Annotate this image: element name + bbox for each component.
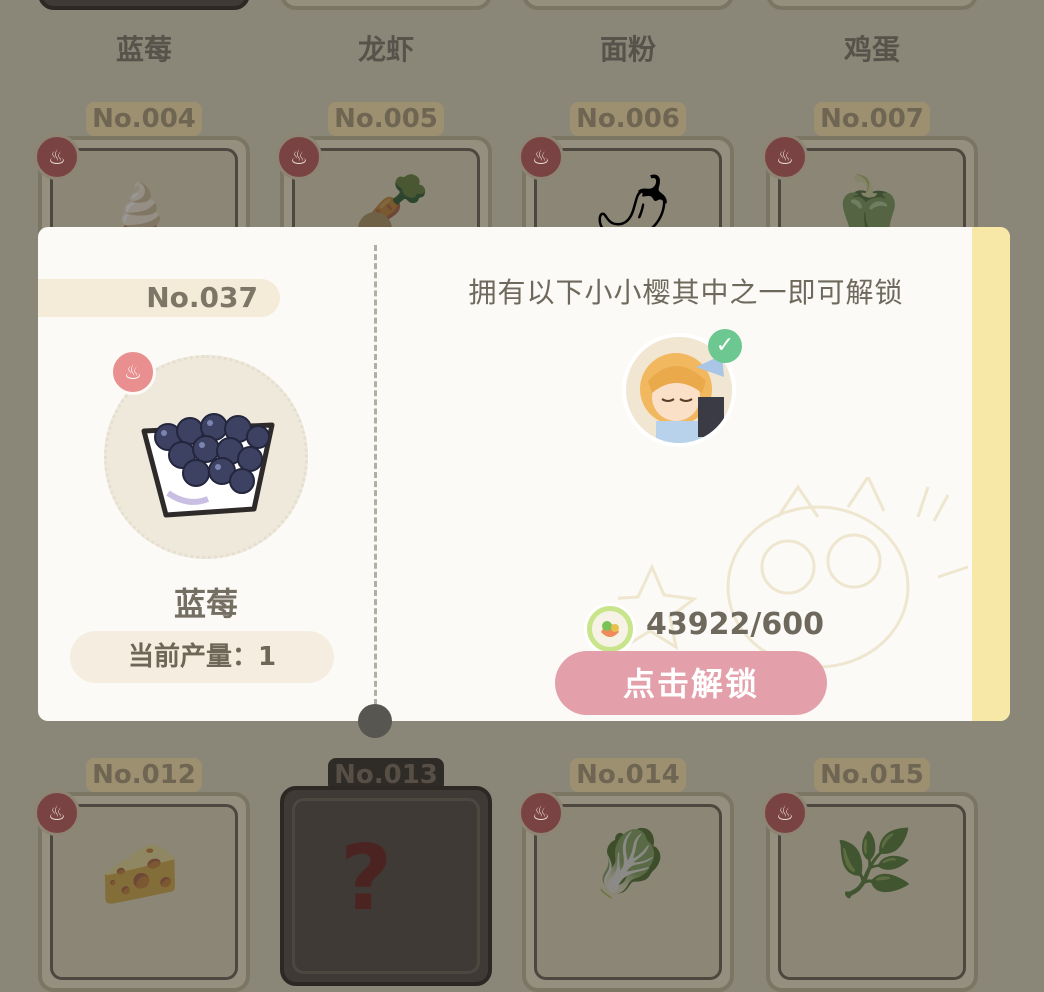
item-number: No.006 (570, 102, 686, 136)
locked-question-icon: ? (340, 826, 393, 931)
item-card (38, 0, 250, 10)
food-icon: 🧀 (100, 837, 180, 911)
unlock-condition-text: 拥有以下小小樱其中之一即可解锁 (468, 276, 904, 309)
chef-hat-icon: ♨ (34, 790, 80, 836)
item-number: No.007 (814, 102, 930, 136)
item-card (766, 0, 978, 10)
unlock-button[interactable]: 点击解锁 (555, 651, 827, 715)
chef-hat-icon: ♨ (276, 134, 322, 180)
chef-hat-icon: ♨ (762, 134, 808, 180)
unlock-dialog: No.037 ♨ 蓝莓 当前产量：1 拥有以下小小樱其中之一即可解锁 ✓ 439… (38, 227, 1010, 721)
chef-hat-icon: ♨ (518, 134, 564, 180)
cat-watermark-icon (618, 477, 969, 669)
unlock-cost: 43922/600 (646, 607, 824, 642)
ticket-notch (358, 704, 392, 738)
item-number: No.015 (814, 758, 930, 792)
current-yield: 当前产量：1 (70, 631, 334, 683)
chef-hat-icon: ♨ (34, 134, 80, 180)
grid-item-label: 蓝莓 (115, 33, 172, 66)
item-card (280, 0, 492, 10)
dashed-divider (374, 245, 377, 705)
grid-item-label: 龙虾 (357, 33, 414, 66)
item-number: No.014 (570, 758, 686, 792)
blueberry-bowl-icon (141, 413, 275, 518)
chef-hat-icon: ♨ (110, 349, 156, 395)
item-card (522, 0, 734, 10)
owned-check-icon: ✓ (708, 329, 742, 363)
chef-hat-icon: ♨ (518, 790, 564, 836)
grid-item-label: 面粉 (599, 33, 656, 66)
food-icon: 🌿 (834, 827, 914, 901)
item-number-tag: No.037 (38, 279, 280, 317)
chef-hat-icon: ♨ (762, 790, 808, 836)
item-number: No.004 (86, 102, 202, 136)
item-number: No.005 (328, 102, 444, 136)
item-name: 蓝莓 (173, 585, 238, 623)
grid-item-label: 鸡蛋 (843, 33, 900, 66)
food-icon: 🥬 (590, 827, 670, 901)
item-number: No.012 (86, 758, 202, 792)
food-coin-icon (584, 603, 636, 655)
